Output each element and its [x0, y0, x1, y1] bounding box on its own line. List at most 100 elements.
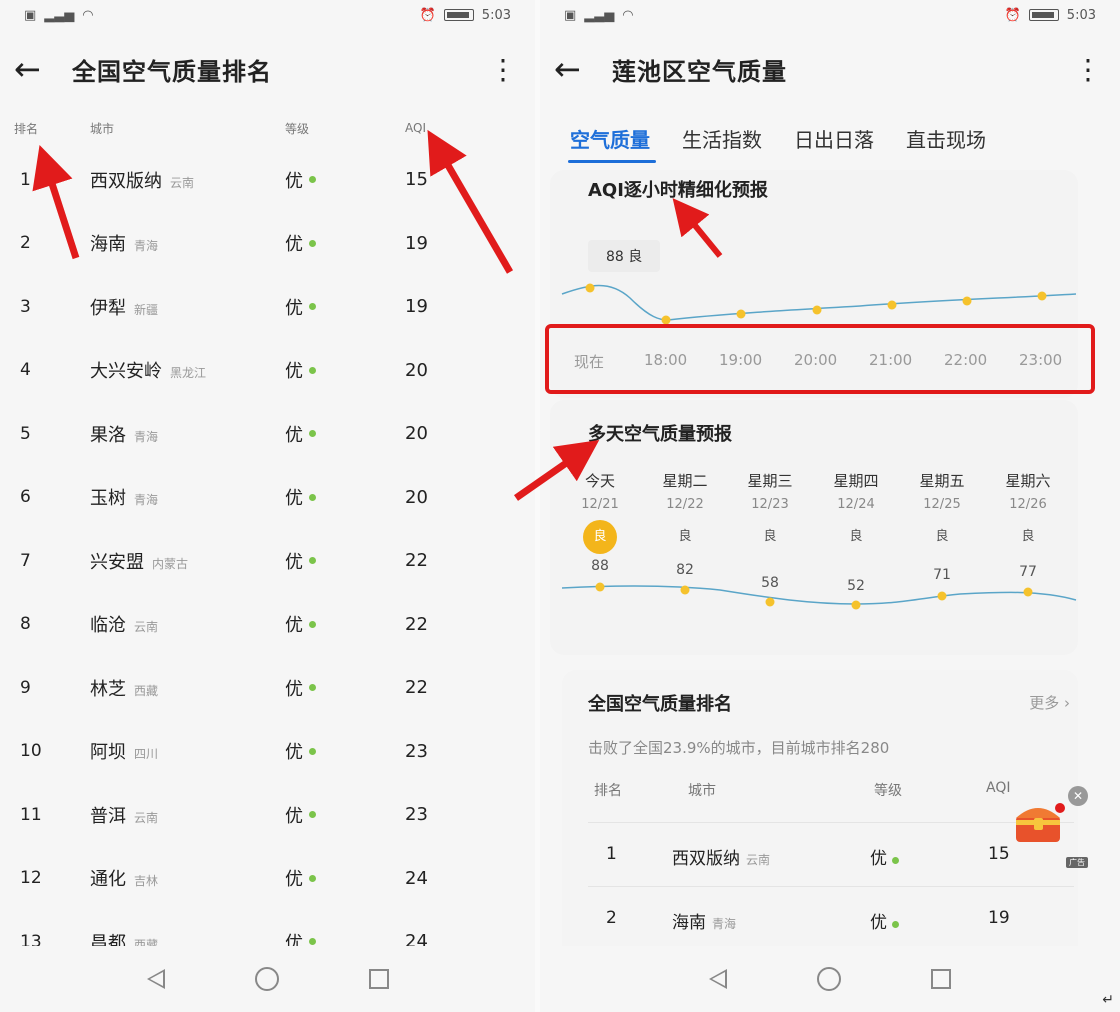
alarm-icon: ⏰ [419, 7, 436, 23]
back-arrow-icon[interactable]: ← [554, 50, 602, 88]
hourly-point [736, 309, 746, 319]
day-name: 今天 [584, 472, 615, 490]
table-row[interactable]: 1 西双版纳 云南优 15 [0, 148, 535, 212]
more-link-label: 更多 [1029, 694, 1060, 712]
level-dot-icon [309, 747, 316, 755]
aqi-cell: 23 [405, 740, 428, 762]
table-row[interactable]: 7 兴安盟 内蒙古优 22 [0, 529, 535, 593]
battery-icon [1028, 9, 1059, 21]
table-row[interactable]: 6 玉树 青海优 20 [0, 466, 535, 530]
table-row[interactable]: 11 普洱 云南优 23 [0, 783, 535, 847]
tab-bar: 空气质量 生活指数 日出日落 直击现场 [540, 108, 1120, 168]
day-column[interactable]: 星期五 12/25 良 [907, 470, 977, 548]
day-level: 良 [1021, 529, 1035, 544]
province-name: 青海 [134, 493, 159, 508]
table-row[interactable]: 10 阿坝 四川优 23 [0, 720, 535, 784]
day-column[interactable]: 今天 12/21 良 [565, 470, 635, 554]
tab-life-index[interactable]: 生活指数 [682, 114, 762, 163]
tab-live-scene[interactable]: 直击现场 [906, 114, 986, 163]
close-icon[interactable]: ✕ [1068, 786, 1088, 806]
level-text: 优 [285, 297, 303, 319]
day-date: 12/24 [837, 497, 875, 512]
level-dot-icon [309, 620, 316, 628]
back-arrow-icon[interactable]: ← [14, 50, 62, 88]
nav-home-icon[interactable] [817, 967, 841, 991]
aqi-cell: 20 [405, 486, 428, 508]
level-cell: 优 [285, 230, 405, 256]
table-row[interactable]: 4 大兴安岭 黑龙江优 20 [0, 339, 535, 403]
table-row[interactable]: 9 林芝 西藏优 22 [0, 656, 535, 720]
rank-cell: 2 [606, 908, 617, 928]
system-nav-bar [0, 946, 535, 1012]
day-column[interactable]: 星期二 12/22 良 [650, 470, 720, 548]
level-text: 优 [870, 849, 887, 869]
ranking-card-title: 全国空气质量排名 [588, 694, 732, 715]
rank-cell: 10 [20, 741, 42, 762]
day-date: 12/25 [923, 497, 961, 512]
table-row[interactable]: 12 通化 吉林优 24 [0, 847, 535, 911]
nav-recent-icon[interactable] [931, 969, 951, 989]
more-vert-icon[interactable]: ⋮ [485, 53, 521, 86]
day-column[interactable]: 星期六 12/26 良 [993, 470, 1063, 548]
level-text: 优 [285, 678, 303, 700]
level-dot-icon [309, 811, 316, 819]
aqi-cell: 19 [988, 908, 1010, 928]
status-bar: ▣ ▂▃▅ ◠ ⏰ 5:03 [540, 0, 1120, 30]
hourly-forecast-title: AQI逐小时精细化预报 [588, 180, 768, 201]
city-name: 果洛 [90, 424, 126, 446]
province-name: 青海 [712, 917, 737, 931]
level-dot-icon [309, 239, 316, 247]
daily-aqi-chart [561, 582, 1077, 610]
more-vert-icon[interactable]: ⋮ [1070, 53, 1106, 86]
city-cell: 临沧 云南 [90, 611, 285, 637]
table-row[interactable]: 3 伊犁 新疆优 19 [0, 275, 535, 339]
city-cell: 玉树 青海 [90, 484, 285, 510]
table-row[interactable]: 5 果洛 青海优 20 [0, 402, 535, 466]
hourly-aqi-line [561, 284, 1077, 321]
level-cell: 优 [285, 675, 405, 701]
level-text: 优 [285, 869, 303, 891]
province-name: 内蒙古 [152, 556, 189, 571]
nav-back-icon[interactable] [146, 969, 165, 989]
tab-sunrise-sunset[interactable]: 日出日落 [794, 114, 874, 163]
aqi-cell: 24 [405, 867, 428, 889]
app-bar: ← 莲池区空气质量 ⋮ [540, 30, 1120, 108]
rank-cell: 12 [20, 868, 42, 889]
current-aqi-badge: 88 良 [588, 240, 661, 272]
header-level: 等级 [285, 121, 310, 136]
level-text: 优 [285, 361, 303, 383]
day-name: 星期三 [747, 472, 793, 490]
daily-point [595, 582, 605, 592]
rank-cell: 1 [606, 844, 617, 864]
level-dot-icon [892, 857, 900, 864]
treasure-chest-icon[interactable] [1012, 800, 1068, 844]
tab-air-quality[interactable]: 空气质量 [568, 114, 656, 163]
nav-recent-icon[interactable] [368, 969, 389, 989]
table-row[interactable]: 8 临沧 云南优 22 [0, 593, 535, 657]
province-name: 吉林 [134, 874, 159, 889]
day-column[interactable]: 星期三 12/23 良 [735, 470, 805, 548]
province-name: 云南 [746, 853, 771, 867]
province-name: 四川 [134, 747, 159, 762]
city-cell: 海南 青海 [90, 230, 285, 256]
city-cell[interactable]: 海南 青海 [672, 908, 736, 933]
city-cell: 西双版纳 云南 [90, 167, 285, 193]
sim-icon: ▣ [24, 7, 37, 23]
level-dot-icon [309, 176, 316, 184]
province-name: 云南 [170, 175, 195, 190]
city-cell: 大兴安岭 黑龙江 [90, 357, 285, 383]
level-text: 优 [870, 913, 887, 933]
level-dot-icon [309, 557, 316, 565]
rank-cell: 4 [20, 360, 31, 381]
city-cell: 果洛 青海 [90, 421, 285, 447]
nav-home-icon[interactable] [254, 967, 279, 991]
city-cell[interactable]: 西双版纳 云南 [672, 844, 770, 869]
more-link[interactable]: 更多 › [1029, 692, 1070, 713]
table-row[interactable]: 2 海南 青海优 19 [0, 212, 535, 276]
day-column[interactable]: 星期四 12/24 良 [821, 470, 891, 548]
day-level: 良 [935, 529, 949, 544]
city-cell: 伊犁 新疆 [90, 294, 285, 320]
aqi-cell: 19 [405, 296, 428, 318]
city-name: 林芝 [90, 678, 126, 700]
nav-back-icon[interactable] [709, 969, 727, 989]
